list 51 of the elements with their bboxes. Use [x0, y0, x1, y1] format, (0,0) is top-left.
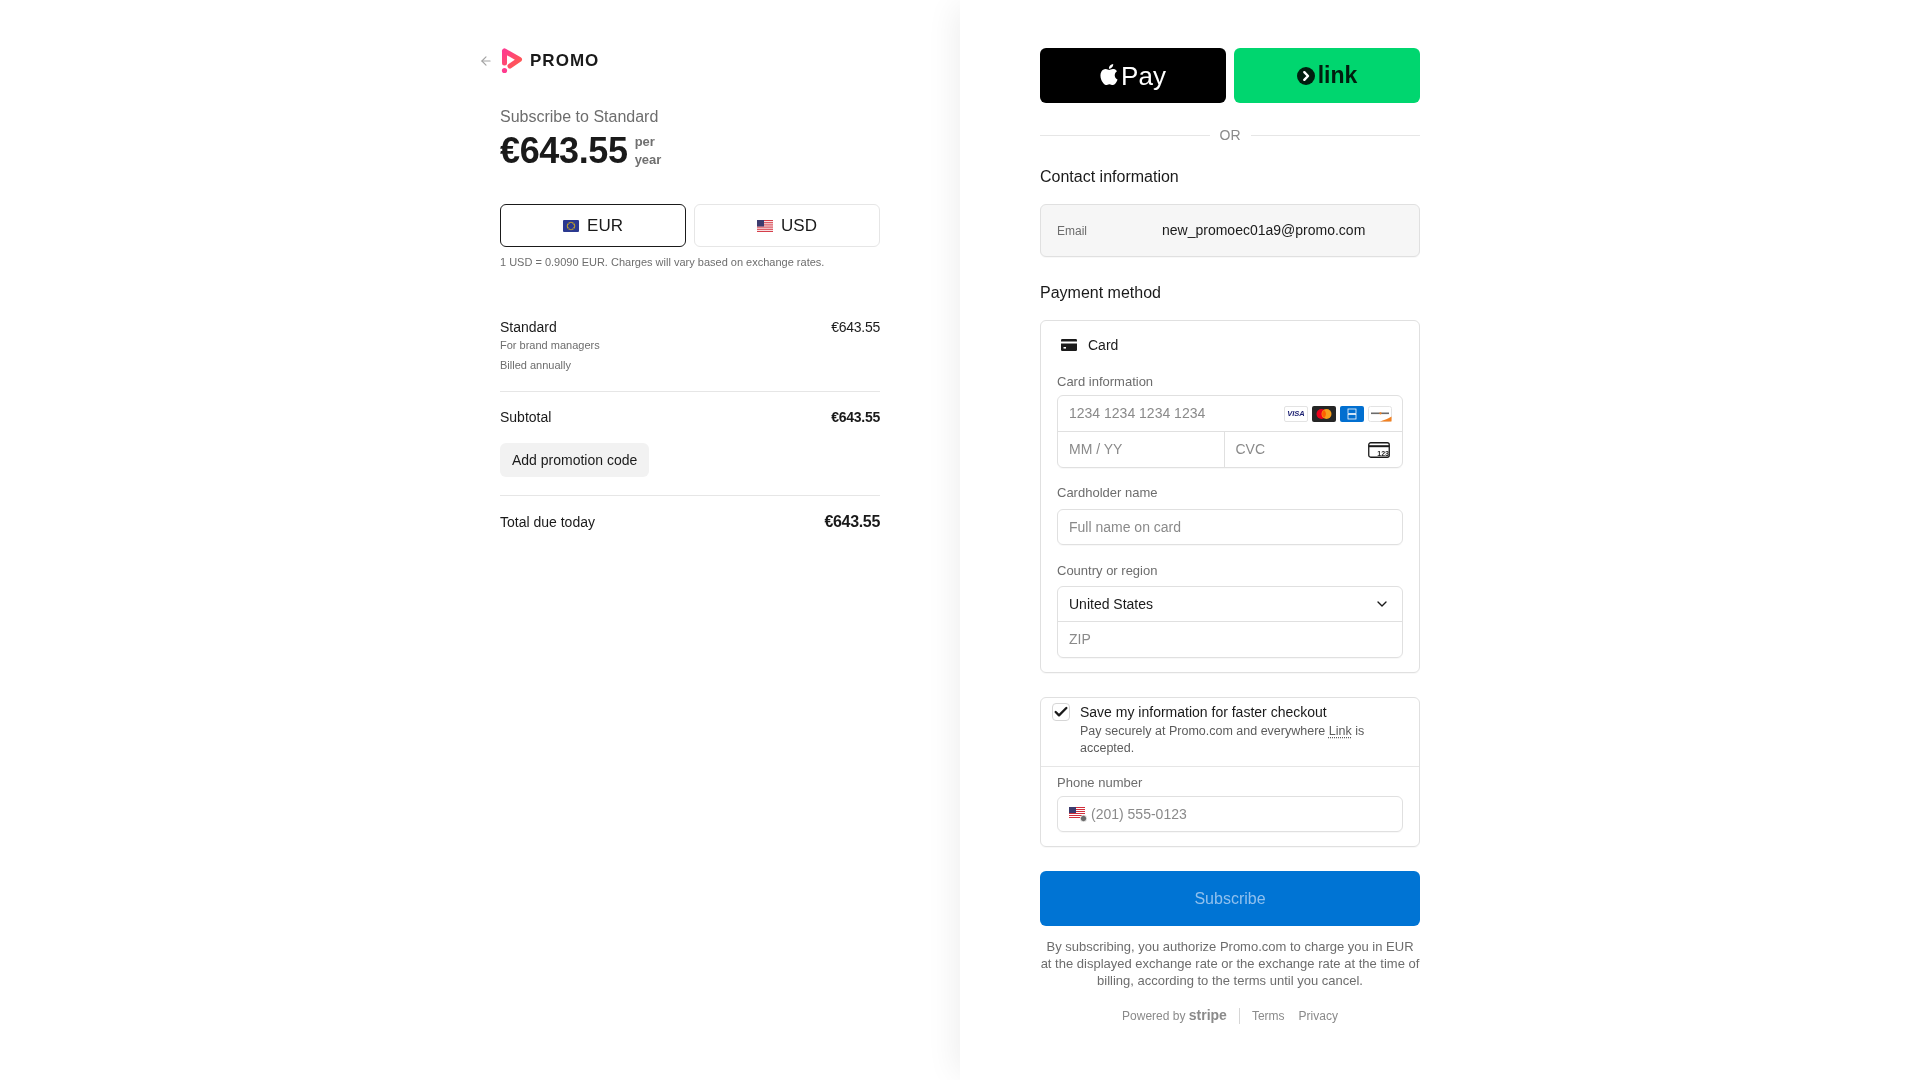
email-field[interactable]: Email new_promoec01a9@promo.com	[1040, 204, 1420, 257]
item-name: Standard	[500, 318, 558, 337]
payment-method-label: Card	[1088, 335, 1119, 355]
email-label: Email	[1057, 222, 1088, 240]
footer-link[interactable]: Terms	[1251, 1006, 1285, 1025]
cardholder-name-field[interactable]: Full name on card	[1057, 509, 1403, 545]
flag-icon	[563, 219, 580, 232]
summary-title: Subscribe to Standard	[500, 107, 660, 127]
currency-button[interactable]: USD	[694, 204, 880, 247]
apple-pay-button[interactable]: Pay	[1040, 48, 1226, 103]
section-heading: Payment method	[1040, 283, 1162, 303]
price: €643.55	[500, 131, 628, 171]
save-info-description: Pay securely at Promo.com and everywhere Link is accepted.	[1080, 723, 1366, 757]
item-description: For brand managers	[500, 338, 600, 353]
total-amount: €643.55	[824, 512, 880, 532]
item-billing: Billed annually	[500, 358, 572, 373]
expiry-field[interactable]: MM / YY	[1058, 432, 1225, 467]
add-promotion-code-button[interactable]: Add promotion code	[500, 443, 650, 477]
currency-button[interactable]: EUR	[500, 204, 686, 247]
total-label: Total due today	[500, 513, 595, 532]
link[interactable]: Link	[1328, 724, 1352, 738]
flag-icon	[757, 219, 774, 232]
item-amount: €643.55	[831, 318, 880, 337]
card-icon	[1061, 339, 1077, 351]
field-label: Phone number	[1057, 775, 1144, 791]
brand-name: PROMO	[530, 50, 600, 73]
separator-text: OR	[1219, 126, 1241, 145]
subtotal-label: Subtotal	[500, 408, 552, 427]
phone-field[interactable]: (201) 555-0123	[1057, 796, 1403, 832]
checkbox[interactable]	[1052, 703, 1070, 721]
card-brand-icon	[1312, 405, 1336, 422]
flag-icon	[1069, 806, 1087, 822]
subtotal-amount: €643.55	[831, 408, 880, 427]
field-label: Country or region	[1057, 563, 1159, 579]
exchange-note: 1 USD = 0.9090 EUR. Charges will vary based on exchange rates.	[500, 255, 826, 270]
logo-icon	[500, 48, 524, 74]
country-select[interactable]: United States	[1058, 587, 1402, 622]
field-label: Card information	[1057, 374, 1155, 390]
powered-by-text: Powered by stripe	[1122, 1006, 1227, 1025]
email-value: new_promoec01a9@promo.com	[1162, 221, 1366, 240]
card-brand-icon	[1368, 405, 1392, 422]
footer-link[interactable]: Privacy	[1298, 1006, 1338, 1025]
card-brand-icon	[1340, 405, 1364, 422]
link-pay-button[interactable]: link	[1234, 48, 1420, 103]
section-heading: Contact information	[1040, 167, 1180, 187]
billing-period: per year	[634, 133, 662, 169]
apple-icon	[1100, 63, 1119, 85]
disclaimer-text: By subscribing, you authorize Promo.com to charge you in EUR at the displayed exchange rate or the exchange rate at the time of billing, according to the terms until you cancel.	[1040, 938, 1420, 989]
save-info-title: Save my information for faster checkout	[1080, 703, 1328, 722]
arrow-circle-icon	[1296, 66, 1315, 85]
field-label: Cardholder name	[1057, 485, 1159, 501]
